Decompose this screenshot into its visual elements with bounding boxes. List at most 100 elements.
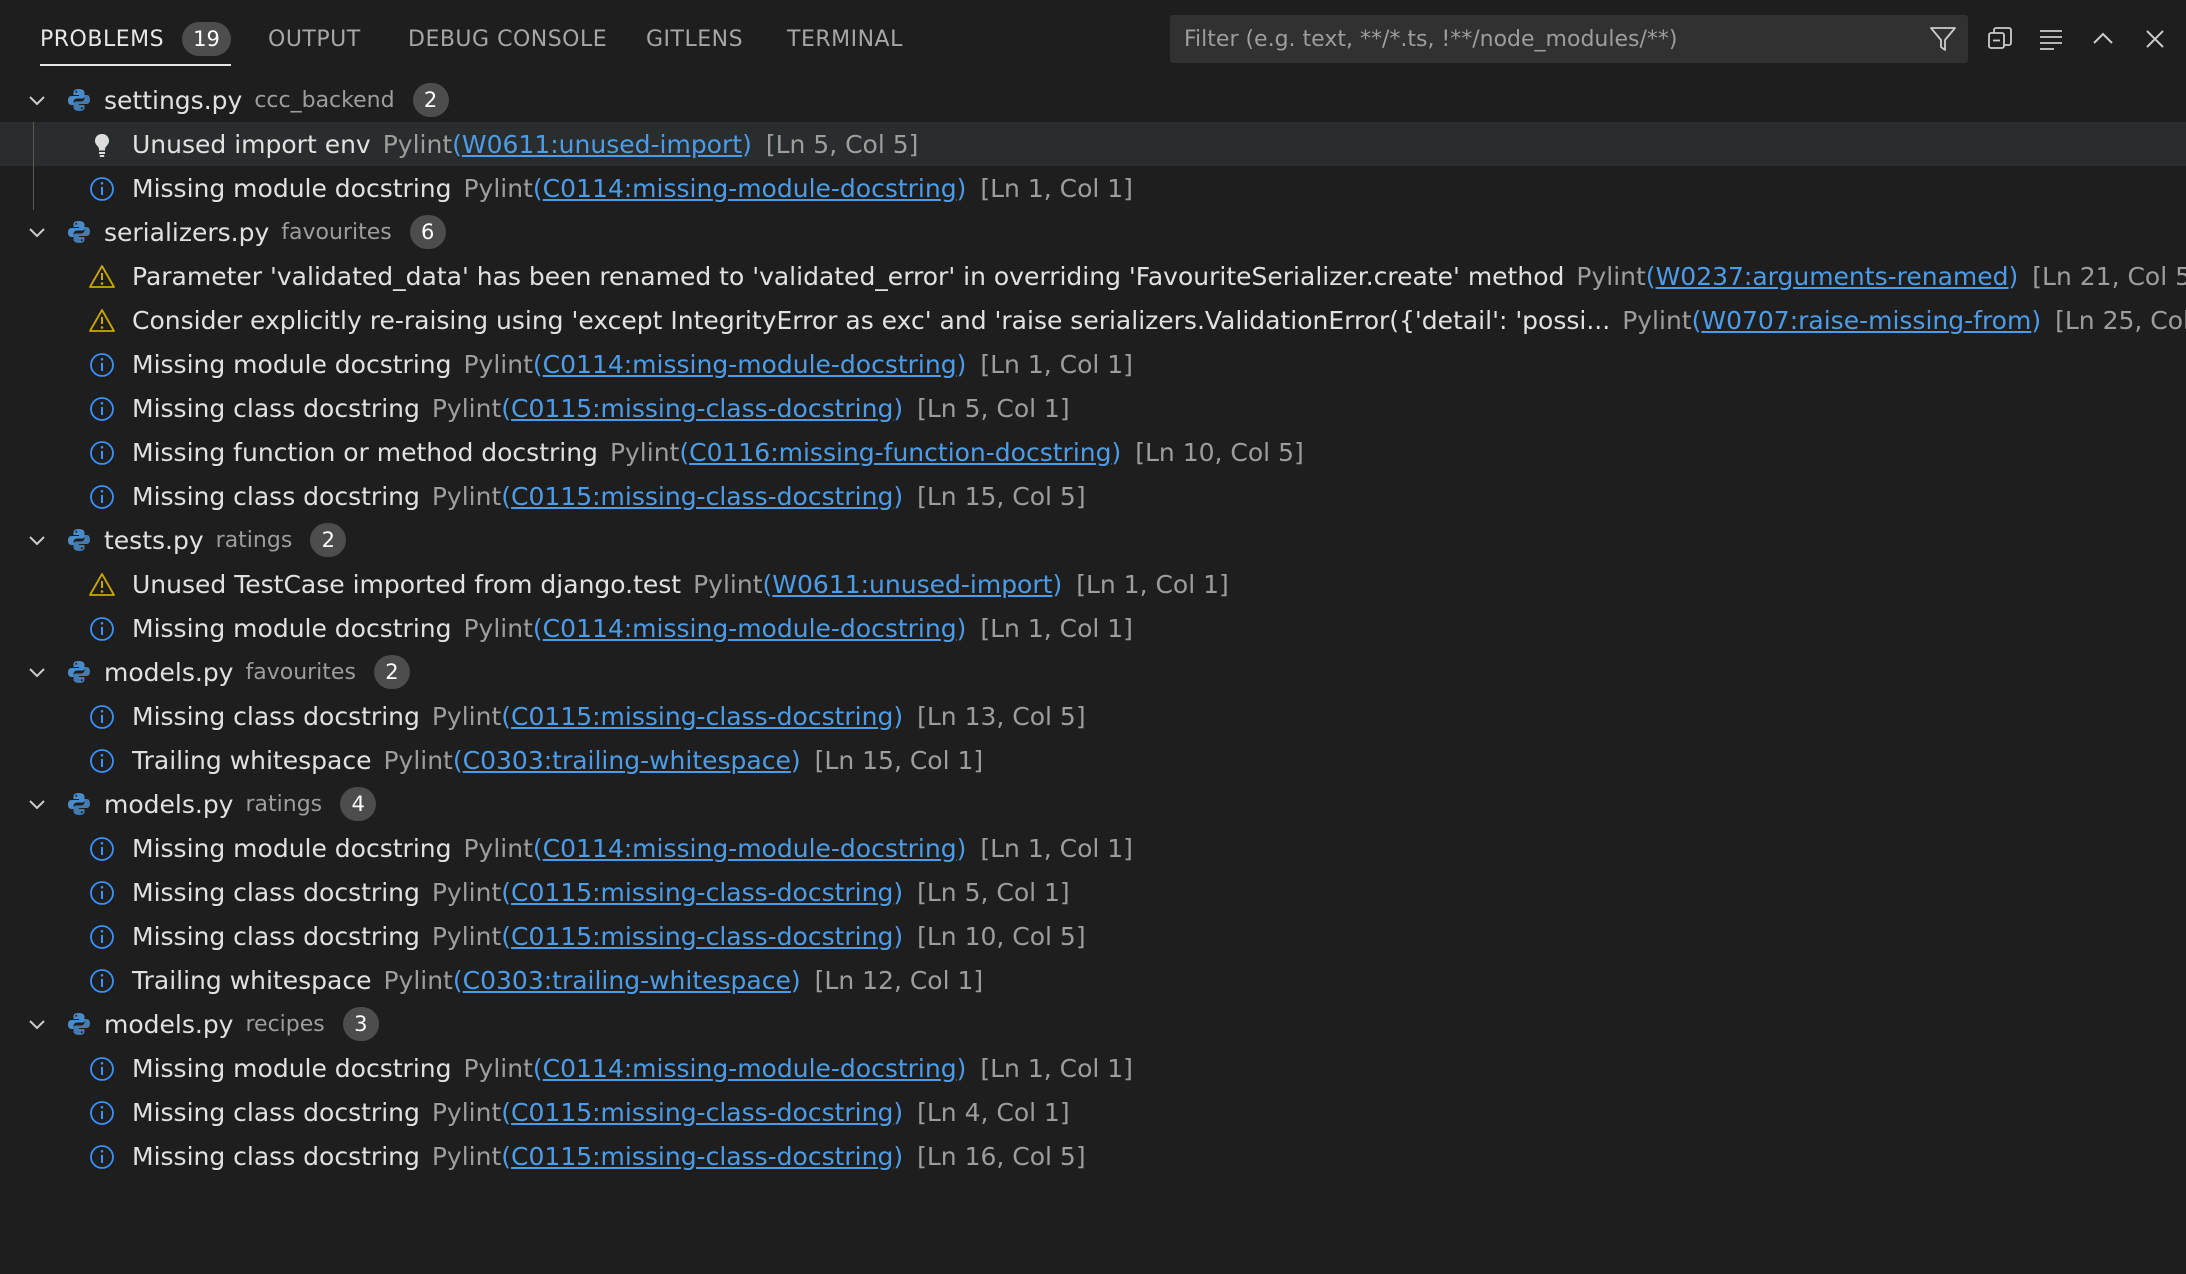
close-paren: ) — [956, 349, 967, 379]
problem-row[interactable]: Trailing whitespace Pylint(C0303:trailing… — [0, 738, 2186, 782]
problem-source: Pylint — [463, 833, 533, 863]
problem-message: Missing class docstring — [132, 481, 420, 511]
problem-row[interactable]: Unused import env Pylint(W0611:unused-imp… — [0, 122, 2186, 166]
problem-file-row[interactable]: models.py recipes 3 — [0, 1002, 2186, 1046]
problem-row[interactable]: Missing class docstring Pylint(C0115:miss… — [0, 1090, 2186, 1134]
problem-code-link[interactable]: C0114:missing-module-docstring — [543, 350, 957, 379]
problem-row[interactable]: Missing module docstring Pylint(C0114:mis… — [0, 1046, 2186, 1090]
problem-code-link[interactable]: W0707:raise-missing-from — [1701, 306, 2031, 335]
problem-file-row[interactable]: tests.py ratings 2 — [0, 518, 2186, 562]
close-paren: ) — [893, 1097, 904, 1127]
chevron-down-icon[interactable] — [24, 1012, 50, 1038]
problem-message: Missing class docstring — [132, 921, 420, 951]
problem-row[interactable]: Trailing whitespace Pylint(C0303:trailing… — [0, 958, 2186, 1002]
problem-location: [Ln 5, Col 5] — [765, 129, 919, 159]
problem-code-link[interactable]: C0115:missing-class-docstring — [511, 878, 893, 907]
tree-indent-guide — [33, 122, 34, 210]
problem-code-link[interactable]: C0115:missing-class-docstring — [511, 702, 893, 731]
problem-location: [Ln 10, Col 5] — [917, 921, 1086, 951]
problem-row[interactable]: Missing class docstring Pylint(C0115:miss… — [0, 1134, 2186, 1178]
problem-row[interactable]: Missing class docstring Pylint(C0115:miss… — [0, 694, 2186, 738]
file-name: models.py — [104, 1009, 234, 1039]
python-file-icon — [66, 87, 92, 113]
word-wrap-icon[interactable] — [2028, 16, 2074, 62]
problem-row[interactable]: Missing class docstring Pylint(C0115:miss… — [0, 870, 2186, 914]
problem-row[interactable]: Parameter 'validated_data' has been rena… — [0, 254, 2186, 298]
problem-code-link[interactable]: C0114:missing-module-docstring — [543, 174, 957, 203]
close-paren: ) — [893, 481, 904, 511]
tab-gitlens[interactable]: GITLENS — [646, 0, 743, 78]
problem-location: [Ln 4, Col 1] — [917, 1097, 1070, 1127]
open-paren: ( — [452, 965, 463, 995]
problem-code-link[interactable]: C0115:missing-class-docstring — [511, 1142, 893, 1171]
file-directory: favourites — [245, 659, 356, 685]
close-paren: ) — [893, 393, 904, 423]
problem-source: Pylint — [463, 173, 533, 203]
file-name: serializers.py — [104, 217, 270, 247]
problem-file-row[interactable]: models.py ratings 4 — [0, 782, 2186, 826]
panel-tab-bar: PROBLEMS 19 OUTPUT DEBUG CONSOLE GITLENS… — [0, 0, 2186, 78]
file-problem-count-badge: 2 — [373, 655, 410, 689]
info-icon — [88, 1099, 116, 1127]
problem-message: Parameter 'validated_data' has been rena… — [132, 261, 1565, 291]
chevron-up-icon[interactable] — [2080, 16, 2126, 62]
close-paren: ) — [1111, 437, 1122, 467]
problem-code-link[interactable]: C0114:missing-module-docstring — [543, 834, 957, 863]
problem-file-row[interactable]: settings.py ccc_backend 2 — [0, 78, 2186, 122]
problem-source: Pylint — [693, 569, 763, 599]
problem-code-link[interactable]: C0115:missing-class-docstring — [511, 922, 893, 951]
filter-icon[interactable] — [1918, 16, 1968, 62]
problem-code-link[interactable]: C0114:missing-module-docstring — [543, 614, 957, 643]
problem-message: Unused import env — [132, 129, 371, 159]
problem-location: [Ln 16, Col 5] — [917, 1141, 1086, 1171]
tab-output[interactable]: OUTPUT — [268, 0, 361, 78]
problem-code-link[interactable]: C0115:missing-class-docstring — [511, 482, 893, 511]
problem-code-link[interactable]: C0116:missing-function-docstring — [689, 438, 1111, 467]
collapse-all-icon[interactable] — [1977, 16, 2023, 62]
problem-row[interactable]: Missing function or method docstring Pyli… — [0, 430, 2186, 474]
chevron-down-icon[interactable] — [24, 88, 50, 114]
problem-row[interactable]: Unused TestCase imported from django.tes… — [0, 562, 2186, 606]
file-directory: ratings — [245, 791, 323, 817]
problem-code-link[interactable]: W0611:unused-import — [772, 570, 1052, 599]
tab-terminal[interactable]: TERMINAL — [787, 0, 903, 78]
problem-code-link[interactable]: W0611:unused-import — [462, 130, 742, 159]
problem-code-link[interactable]: C0115:missing-class-docstring — [511, 1098, 893, 1127]
file-label: settings.py ccc_backend 2 — [104, 83, 449, 117]
problem-content: Missing module docstring Pylint(C0114:mis… — [132, 1054, 1133, 1083]
problem-row[interactable]: Missing module docstring Pylint(C0114:mis… — [0, 606, 2186, 650]
open-paren: ( — [501, 393, 512, 423]
problem-content: Unused TestCase imported from django.tes… — [132, 570, 1229, 599]
python-file-icon — [66, 1011, 92, 1037]
problem-location: [Ln 25, Col 13] — [2055, 305, 2186, 335]
chevron-down-icon[interactable] — [24, 528, 50, 554]
problem-row[interactable]: Consider explicitly re-raising using 'ex… — [0, 298, 2186, 342]
problem-source: Pylint — [431, 877, 502, 907]
chevron-down-icon[interactable] — [24, 220, 50, 246]
problem-location: [Ln 21, Col 5] — [2032, 261, 2186, 291]
problems-filter-input[interactable] — [1170, 15, 1918, 63]
problem-code-link[interactable]: C0303:trailing-whitespace — [463, 966, 791, 995]
problem-code-link[interactable]: W0237:arguments-renamed — [1656, 262, 2009, 291]
chevron-down-icon[interactable] — [24, 660, 50, 686]
problem-code-link[interactable]: C0303:trailing-whitespace — [463, 746, 791, 775]
problem-row[interactable]: Missing module docstring Pylint(C0114:mis… — [0, 166, 2186, 210]
tab-problems[interactable]: PROBLEMS 19 — [40, 0, 231, 78]
problem-content: Missing class docstring Pylint(C0115:miss… — [132, 922, 1086, 951]
problem-row[interactable]: Missing class docstring Pylint(C0115:miss… — [0, 914, 2186, 958]
problem-location: [Ln 10, Col 5] — [1135, 437, 1304, 467]
problem-row[interactable]: Missing class docstring Pylint(C0115:miss… — [0, 386, 2186, 430]
problem-content: Missing class docstring Pylint(C0115:miss… — [132, 394, 1070, 423]
tab-debug-console[interactable]: DEBUG CONSOLE — [408, 0, 607, 78]
problem-location: [Ln 5, Col 1] — [917, 393, 1070, 423]
close-icon[interactable] — [2132, 16, 2178, 62]
problem-row[interactable]: Missing module docstring Pylint(C0114:mis… — [0, 826, 2186, 870]
problem-source: Pylint — [1622, 305, 1692, 335]
chevron-down-icon[interactable] — [24, 792, 50, 818]
problem-row[interactable]: Missing module docstring Pylint(C0114:mis… — [0, 342, 2186, 386]
problem-code-link[interactable]: C0115:missing-class-docstring — [511, 394, 893, 423]
problem-code-link[interactable]: C0114:missing-module-docstring — [543, 1054, 957, 1083]
problem-file-row[interactable]: serializers.py favourites 6 — [0, 210, 2186, 254]
problem-file-row[interactable]: models.py favourites 2 — [0, 650, 2186, 694]
problem-row[interactable]: Missing class docstring Pylint(C0115:miss… — [0, 474, 2186, 518]
